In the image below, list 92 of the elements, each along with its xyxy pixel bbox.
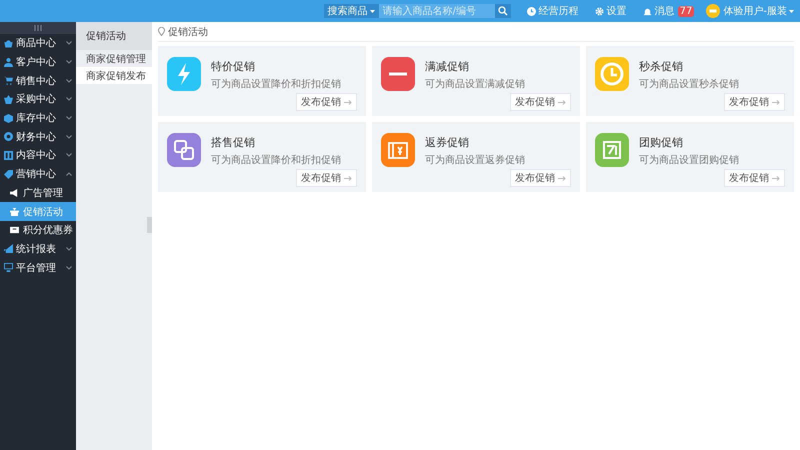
publish-button[interactable]: 发布促销 (296, 169, 357, 187)
sidebar-item[interactable]: 统计报表 (0, 240, 76, 258)
secondary-nav-title: 促销活动 (76, 22, 152, 50)
coin-icon (4, 132, 13, 142)
sidebar-item[interactable]: 内容中心 (0, 146, 76, 165)
chevron-icon (66, 97, 72, 102)
sidebar-label: 财务中心 (16, 130, 57, 144)
sidebar-sublabel: 促销活动 (23, 206, 63, 219)
sidebar-label: 客户中心 (16, 56, 57, 70)
user-avatar-icon (706, 4, 720, 18)
top-link[interactable]: 消息 77 (638, 4, 698, 18)
collapse-handle[interactable] (147, 217, 152, 233)
promotion-title: 团购促销 (639, 135, 684, 150)
publish-button[interactable]: 发布促销 (724, 169, 785, 187)
sidebar-sublabel: 积分优惠券 (23, 224, 73, 238)
location-pin-icon (158, 27, 165, 36)
arrow-right-icon (558, 176, 566, 180)
sidebar-label: 销售中心 (16, 74, 57, 88)
chevron-icon (66, 60, 72, 64)
sidebar-item[interactable]: 采购中心 (0, 90, 76, 109)
sidebar-label: 采购中心 (16, 92, 57, 106)
promotion-description: 可为商品设置团购促销 (639, 154, 739, 167)
sidebar-item[interactable]: 商品中心 (0, 34, 76, 53)
publish-button[interactable]: 发布促销 (510, 93, 571, 111)
arrow-right-icon (772, 100, 780, 104)
promotion-description: 可为商品设置降价和折扣促销 (211, 154, 341, 167)
chevron-icon (66, 172, 72, 176)
promotion-title: 秒杀促销 (639, 59, 684, 74)
sidebar-subitem[interactable]: 广告管理 (0, 184, 76, 202)
search-scope-dropdown[interactable]: 搜索商品 (324, 4, 379, 18)
search-field[interactable]: 请输入商品名称/编号 (378, 4, 495, 18)
arrow-right-icon (344, 176, 352, 180)
sidebar-item[interactable]: 库存中心 (0, 108, 76, 128)
basket-icon (4, 94, 13, 104)
ticket-icon (10, 226, 19, 234)
arrow-right-icon (344, 100, 352, 104)
sidebar-label: 商品中心 (16, 36, 57, 50)
cart-icon (4, 76, 13, 86)
arrow-right-icon (772, 176, 780, 180)
chevron-icon (66, 78, 72, 83)
breadcrumb: 促销活动 (168, 26, 208, 38)
clock-icon (526, 6, 536, 16)
promotion-description: 可为商品设置降价和折扣促销 (211, 78, 341, 91)
sidebar-label: 库存中心 (16, 112, 57, 126)
secondary-nav-item[interactable]: 商家促销发布 (76, 67, 152, 84)
chart-icon (4, 244, 13, 254)
caret-icon (370, 10, 375, 12)
grip-icon (34, 25, 42, 31)
chevron-icon (66, 153, 72, 158)
search-button[interactable] (494, 4, 511, 18)
promotion-description: 可为商品设置返券促销 (425, 154, 525, 167)
arrow-right-icon (558, 100, 566, 104)
person-icon (4, 58, 13, 67)
chevron-icon (66, 116, 72, 120)
settings-icon (594, 6, 604, 16)
promotion-title: 返券促销 (425, 135, 470, 150)
gift-icon (10, 208, 19, 216)
columns-icon (4, 150, 13, 160)
promotion-title: 特价促销 (211, 59, 256, 74)
bell-icon (642, 6, 652, 16)
sidebar-item[interactable]: 财务中心 (0, 127, 76, 146)
chevron-icon (66, 134, 72, 139)
publish-button[interactable]: 发布促销 (724, 93, 785, 111)
sidebar-item[interactable]: 客户中心 (0, 52, 76, 72)
sidebar-item[interactable]: 营销中心 (0, 164, 76, 184)
sidebar-item[interactable]: 销售中心 (0, 71, 76, 90)
promotion-title: 满减促销 (425, 59, 470, 74)
tag-icon (4, 170, 13, 179)
chevron-icon (66, 246, 72, 251)
chevron-icon (66, 41, 72, 46)
secondary-nav-item[interactable]: 商家促销管理 (76, 50, 152, 67)
sidebar-item[interactable]: 平台管理 (0, 258, 76, 277)
sidebar-label: 统计报表 (16, 242, 57, 256)
sidebar-sublabel: 广告管理 (23, 186, 63, 200)
publish-button[interactable]: 发布促销 (510, 169, 571, 187)
sidebar-toggle[interactable] (0, 22, 76, 34)
bag-icon (4, 38, 13, 48)
search-icon (498, 6, 508, 16)
sidebar-label: 营销中心 (16, 168, 57, 182)
sidebar-label: 内容中心 (16, 148, 57, 162)
chevron-icon (66, 266, 72, 270)
promotion-description: 可为商品设置秒杀促销 (639, 78, 739, 91)
sidebar-label: 平台管理 (16, 262, 57, 275)
caret-icon (789, 10, 794, 12)
publish-button[interactable]: 发布促销 (296, 93, 357, 111)
promotion-title: 搭售促销 (211, 135, 256, 150)
message-count-badge: 77 (678, 6, 694, 16)
promotion-description: 可为商品设置满减促销 (425, 78, 525, 91)
sidebar-subitem[interactable]: 积分优惠券 (0, 220, 76, 240)
monitor-icon (4, 263, 13, 272)
cube-icon (4, 114, 13, 123)
megaphone-icon (10, 188, 19, 197)
